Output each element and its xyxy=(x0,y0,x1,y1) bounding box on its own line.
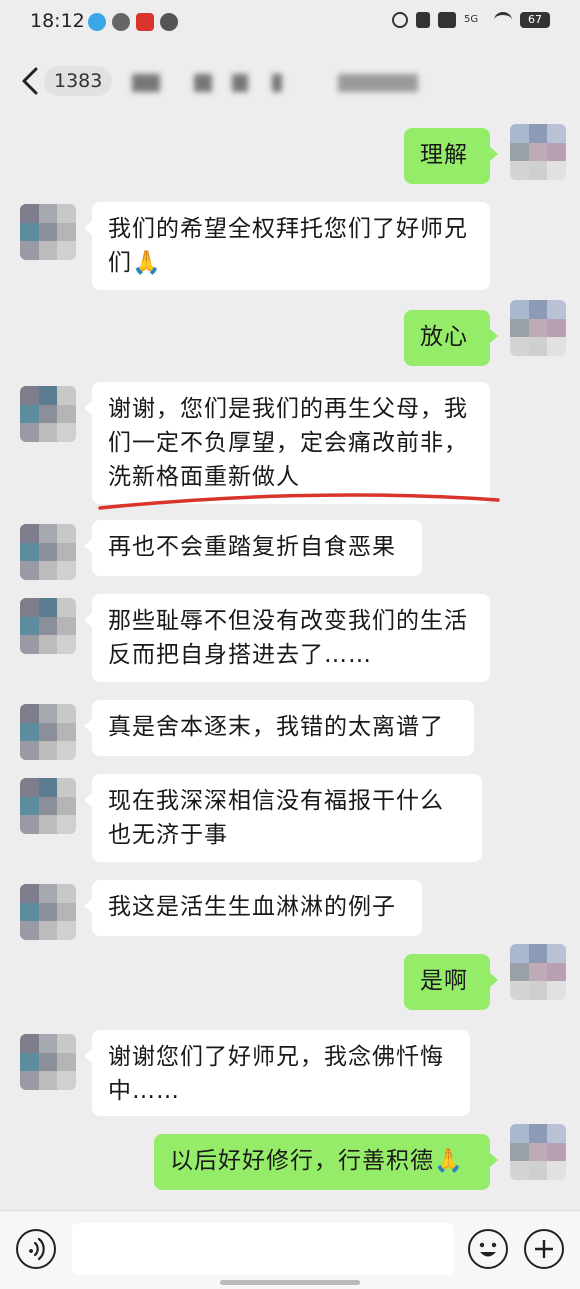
hd-icon xyxy=(438,12,456,28)
voice-icon xyxy=(29,1237,45,1261)
signal-icon: 5G xyxy=(464,14,479,25)
wechat-icon xyxy=(112,13,130,31)
status-icons: 5G 67 xyxy=(392,12,550,28)
unread-count[interactable]: 1383 xyxy=(44,66,113,96)
wifi-icon xyxy=(494,12,512,28)
alarm-icon xyxy=(392,12,408,28)
avatar-self[interactable] xyxy=(510,944,566,1000)
status-time: 18:12 xyxy=(30,10,85,32)
message-bubble-outgoing[interactable]: 是啊 xyxy=(404,954,498,1010)
emoji-icon xyxy=(479,1242,497,1257)
app2-icon xyxy=(160,13,178,31)
message-bubble-outgoing[interactable]: 理解 xyxy=(404,128,498,184)
avatar-contact[interactable] xyxy=(20,386,76,442)
message-bubble-outgoing[interactable]: 放心 xyxy=(404,310,498,366)
plus-icon xyxy=(535,1240,553,1258)
qq-icon xyxy=(88,13,106,31)
message-bubble-incoming[interactable]: 我这是活生生血淋淋的例子 xyxy=(84,880,422,936)
message-bubble-incoming[interactable]: 现在我深深相信没有福报干什么也无济于事 xyxy=(84,774,482,862)
chat-title-redacted xyxy=(132,68,452,98)
avatar-contact[interactable] xyxy=(20,524,76,580)
battery-icon: 67 xyxy=(520,12,550,28)
mute-icon xyxy=(416,12,430,28)
message-input[interactable] xyxy=(72,1223,454,1275)
emoji-button[interactable] xyxy=(468,1229,508,1269)
back-button[interactable] xyxy=(18,66,44,96)
chat-header: 1383 xyxy=(0,50,580,112)
voice-button[interactable] xyxy=(16,1229,56,1269)
red-underline-annotation xyxy=(98,493,500,510)
message-bubble-incoming[interactable]: 再也不会重踏复折自食恶果 xyxy=(84,520,422,576)
message-bubble-incoming[interactable]: 那些耻辱不但没有改变我们的生活反而把自身搭进去了…… xyxy=(84,594,490,682)
status-bar: 18:12 5G 67 xyxy=(0,0,580,44)
avatar-contact[interactable] xyxy=(20,778,76,834)
avatar-self[interactable] xyxy=(510,124,566,180)
message-bubble-outgoing[interactable]: 以后好好修行，行善积德🙏 xyxy=(154,1134,498,1190)
avatar-contact[interactable] xyxy=(20,598,76,654)
avatar-self[interactable] xyxy=(510,300,566,356)
home-indicator xyxy=(220,1280,360,1285)
input-bar xyxy=(0,1210,580,1289)
avatar-contact[interactable] xyxy=(20,704,76,760)
avatar-contact[interactable] xyxy=(20,1034,76,1090)
app-icon xyxy=(136,13,154,31)
message-bubble-incoming[interactable]: 我们的希望全权拜托您们了好师兄们🙏 xyxy=(84,202,490,290)
more-button[interactable] xyxy=(524,1229,564,1269)
message-bubble-incoming[interactable]: 谢谢您们了好师兄，我念佛忏悔中…… xyxy=(84,1030,470,1116)
avatar-contact[interactable] xyxy=(20,204,76,260)
avatar-contact[interactable] xyxy=(20,884,76,940)
avatar-self[interactable] xyxy=(510,1124,566,1180)
message-bubble-incoming[interactable]: 真是舍本逐末，我错的太离谱了 xyxy=(84,700,474,756)
chevron-left-icon xyxy=(22,67,38,95)
